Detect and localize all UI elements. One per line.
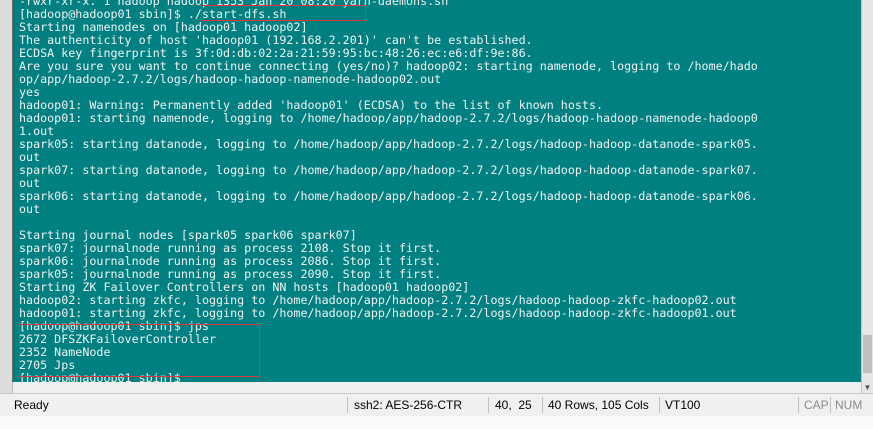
terminal-line: 2352 NameNode <box>19 345 111 359</box>
status-divider <box>542 397 543 413</box>
status-bar: Ready ssh2: AES-256-CTR 40, 25 40 Rows, … <box>0 393 873 416</box>
terminal-line: out <box>19 202 41 216</box>
terminal-line: op/app/hadoop-2.7.2/logs/hadoop-hadoop-n… <box>19 72 442 86</box>
bottom-window-edge <box>0 416 873 429</box>
terminal-line: spark07: starting datanode, logging to /… <box>19 163 758 177</box>
terminal-window[interactable]: -rwxr-xr-x. 1 hadoop hadoop 1353 Jan 20 … <box>12 0 863 382</box>
status-caps-lock: CAP <box>804 398 829 412</box>
terminal-line: 2672 DFSZKFailoverController <box>19 332 217 346</box>
status-divider <box>659 397 660 413</box>
status-terminal-type: VT100 <box>665 398 701 412</box>
status-divider <box>488 397 489 413</box>
status-cursor-position: 40, 25 <box>495 398 532 412</box>
terminal-line: [hadoop@hadoop01 sbin]$ <box>19 371 188 383</box>
status-divider <box>830 397 831 413</box>
status-divider <box>347 397 348 413</box>
scrollbar-thumb[interactable] <box>863 335 872 373</box>
terminal-output[interactable]: -rwxr-xr-x. 1 hadoop hadoop 1353 Jan 20 … <box>19 0 861 382</box>
status-dimensions: 40 Rows, 105 Cols <box>548 398 649 412</box>
status-connection: ssh2: AES-256-CTR <box>354 398 463 412</box>
terminal-line: hadoop01: starting namenode, logging to … <box>19 111 758 125</box>
vertical-scrollbar[interactable]: ▼ <box>861 0 873 395</box>
terminal-line: spark05: starting datanode, logging to /… <box>19 137 758 151</box>
status-ready: Ready <box>14 398 49 412</box>
terminal-line: spark06: starting datanode, logging to /… <box>19 189 758 203</box>
scroll-down-arrow-icon[interactable]: ▼ <box>862 383 873 393</box>
status-num-lock: NUM <box>835 398 863 412</box>
status-divider <box>798 397 799 413</box>
